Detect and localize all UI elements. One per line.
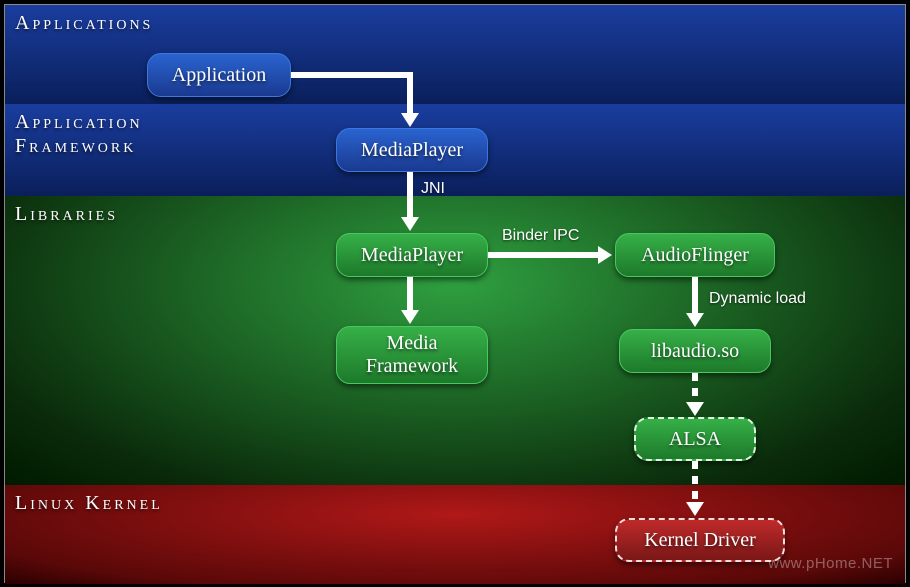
edge-label-jni: JNI (421, 180, 445, 198)
arrowhead-mp-to-af (598, 246, 612, 264)
layer-label-libraries: Libraries (15, 202, 118, 226)
layer-label-applications: Applications (15, 11, 153, 35)
node-alsa: ALSA (634, 417, 756, 461)
edge-label-binder: Binder IPC (502, 227, 579, 245)
arrow-mpjava-to-mpnative (407, 172, 413, 219)
arrowhead-af-to-libaudio (686, 313, 704, 327)
arrow-mp-to-mfw (407, 277, 413, 312)
arrowhead-mp-to-mfw (401, 310, 419, 324)
node-libaudio: libaudio.so (619, 329, 771, 373)
node-application: Application (147, 53, 291, 97)
node-label: libaudio.so (651, 340, 739, 363)
node-mediaplayer-native: MediaPlayer (336, 233, 488, 277)
edge-label-dynamic: Dynamic load (709, 290, 806, 308)
layer-applications: Applications (5, 5, 905, 104)
arrow-app-to-mp-v (407, 72, 413, 115)
node-kernel-driver: Kernel Driver (615, 518, 785, 562)
layer-label-linux-kernel: Linux Kernel (15, 491, 163, 515)
node-label: ALSA (669, 428, 721, 451)
node-label: MediaPlayer (361, 244, 463, 267)
arrow-app-to-mp-h (291, 72, 410, 78)
arrowhead-mpjava-to-mpnative (401, 217, 419, 231)
arrowhead-libaudio-to-alsa (686, 402, 704, 416)
node-audioflinger: AudioFlinger (615, 233, 775, 277)
node-label: MediaPlayer (361, 139, 463, 162)
layer-label-app-framework: Application Framework (15, 110, 143, 158)
node-label: Kernel Driver (644, 529, 756, 552)
watermark: www.pHome.NET (768, 555, 893, 572)
arrow-af-to-libaudio (692, 277, 698, 315)
node-label: Application (172, 64, 266, 87)
arrow-mp-to-af (488, 252, 600, 258)
diagram-frame: Applications Application Framework Libra… (4, 4, 906, 583)
node-mediaplayer-java: MediaPlayer (336, 128, 488, 172)
node-media-framework: Media Framework (336, 326, 488, 384)
node-label: Media Framework (366, 332, 458, 378)
arrowhead-alsa-to-kernel (686, 502, 704, 516)
arrow-libaudio-to-alsa (692, 373, 698, 404)
arrow-alsa-to-kernel (692, 461, 698, 504)
node-label: AudioFlinger (641, 244, 749, 267)
arrowhead-app-to-mp (401, 113, 419, 127)
